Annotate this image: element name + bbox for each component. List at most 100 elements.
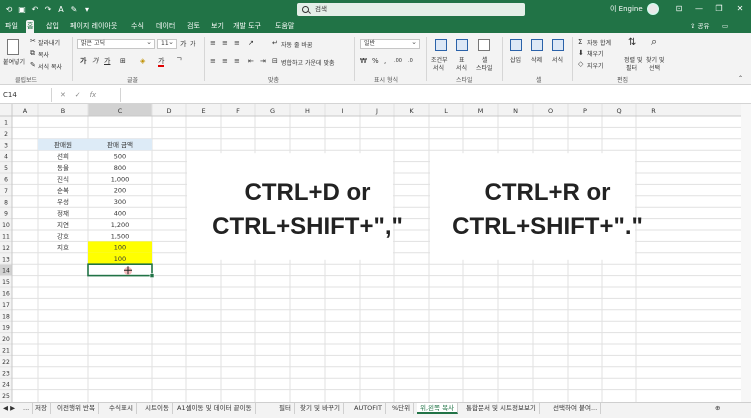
- row-header-8[interactable]: 8: [4, 199, 8, 206]
- menu-review[interactable]: 검토: [186, 20, 201, 33]
- find-select-label-2[interactable]: 선택: [649, 63, 660, 72]
- delete-cells-label[interactable]: 삭제: [531, 55, 542, 64]
- row-header-15[interactable]: 15: [2, 279, 10, 286]
- avatar[interactable]: [647, 3, 659, 15]
- font-size-select[interactable]: 11: [157, 38, 177, 49]
- format-cells-icon[interactable]: [552, 39, 564, 51]
- menu-page-layout[interactable]: 페이지 레이아웃: [69, 20, 118, 33]
- sheet-tab[interactable]: 수식표시: [106, 403, 137, 414]
- menu-home[interactable]: 홈: [26, 20, 35, 33]
- row-header-9[interactable]: 9: [4, 211, 8, 218]
- cut-label[interactable]: 잘라내기: [38, 38, 60, 47]
- row-header-23[interactable]: 23: [2, 370, 10, 377]
- menu-data[interactable]: 데이터: [155, 20, 176, 33]
- tab-scroll-arrows-icon[interactable]: ◀ ▶: [0, 403, 18, 414]
- comment-icon[interactable]: ▭: [722, 21, 728, 32]
- copy-label[interactable]: 복사: [38, 50, 49, 59]
- row-header-24[interactable]: 24: [2, 382, 10, 389]
- share-button[interactable]: ⇪ 공유: [690, 21, 709, 32]
- sheet-tab[interactable]: 저장: [32, 403, 51, 414]
- formula-input[interactable]: [120, 88, 740, 102]
- column-header-m[interactable]: M: [478, 107, 484, 115]
- row-header-22[interactable]: 22: [2, 359, 10, 366]
- delete-cells-icon[interactable]: [531, 39, 543, 51]
- indent-decrease-icon[interactable]: ⇤: [248, 57, 254, 65]
- fill-icon[interactable]: ⬇: [578, 49, 584, 57]
- sheet-tab[interactable]: A1셀이동 및 데이터 끝이동: [174, 403, 256, 414]
- column-header-f[interactable]: F: [236, 107, 240, 115]
- row-header-2[interactable]: 2: [4, 131, 8, 138]
- row-header-17[interactable]: 17: [2, 302, 10, 309]
- minimize-button[interactable]: —: [692, 3, 706, 15]
- enter-icon[interactable]: ✓: [75, 91, 81, 99]
- sheet-tab[interactable]: 선택하여 붙여...: [550, 403, 602, 414]
- fx-icon[interactable]: fx: [90, 91, 97, 99]
- row-header-5[interactable]: 5: [4, 165, 8, 172]
- sheet-tab[interactable]: 위,왼쪽 복사: [417, 403, 459, 414]
- bold-button[interactable]: 가: [80, 57, 86, 65]
- autosum-label[interactable]: 자동 합계: [587, 38, 611, 47]
- comma-icon[interactable]: ,: [384, 57, 386, 65]
- format-as-table-icon[interactable]: [456, 39, 468, 51]
- number-format-select[interactable]: 일반: [360, 38, 420, 49]
- decimal-decrease-icon[interactable]: .0: [408, 57, 413, 65]
- sheet-tab[interactable]: 시트이동: [142, 403, 173, 414]
- sheet-tab[interactable]: 통합문서 및 시트정보보기: [463, 403, 540, 414]
- menu-view[interactable]: 보기: [210, 20, 225, 33]
- grid-canvas[interactable]: A B C D E F G H I J K L M N O P Q R1234567891011121314151…: [0, 104, 751, 402]
- fill-label[interactable]: 채우기: [587, 49, 604, 58]
- percent-icon[interactable]: %: [372, 57, 379, 65]
- ribbon-display-icon[interactable]: ⊡: [672, 3, 686, 15]
- vertical-scrollbar[interactable]: [741, 104, 751, 402]
- close-button[interactable]: ✕: [733, 3, 747, 15]
- row-header-11[interactable]: 11: [2, 234, 10, 241]
- fill-color-icon[interactable]: ◈: [140, 57, 145, 65]
- format-as-table-label-2[interactable]: 서식: [456, 63, 467, 72]
- decimal-increase-icon[interactable]: .00: [394, 57, 402, 65]
- conditional-format-icon[interactable]: [435, 39, 447, 51]
- row-header-19[interactable]: 19: [2, 325, 10, 332]
- menu-file[interactable]: 파일: [4, 20, 19, 33]
- customize-icon[interactable]: ▾: [82, 4, 92, 15]
- row-header-25[interactable]: 25: [2, 393, 10, 400]
- row-header-6[interactable]: 6: [4, 177, 8, 184]
- border-icon[interactable]: ⊞: [120, 57, 126, 65]
- sheet-tab[interactable]: %단위: [389, 403, 415, 414]
- column-header-p[interactable]: P: [583, 107, 587, 115]
- format-painter-icon[interactable]: ✎: [30, 61, 36, 69]
- align-center-icon[interactable]: ≡: [222, 57, 228, 65]
- sort-filter-icon[interactable]: ⇅: [628, 38, 636, 48]
- cell-styles-label-2[interactable]: 스타일: [476, 63, 493, 72]
- align-left-icon[interactable]: ≡: [210, 57, 216, 65]
- row-header-1[interactable]: 1: [4, 120, 8, 127]
- row-header-4[interactable]: 4: [4, 154, 8, 161]
- user-name[interactable]: 이 Engine: [610, 4, 643, 14]
- column-header-h[interactable]: H: [305, 107, 310, 115]
- wrap-text-icon[interactable]: ↵: [272, 39, 278, 47]
- autosum-icon[interactable]: Σ: [578, 38, 582, 46]
- paste-icon[interactable]: [7, 39, 19, 55]
- find-select-icon[interactable]: ⌕: [651, 36, 657, 47]
- menu-help[interactable]: 도움말: [274, 20, 295, 33]
- row-header-16[interactable]: 16: [2, 291, 10, 298]
- clear-icon[interactable]: ◇: [578, 60, 583, 68]
- phonetic-icon[interactable]: ᄀ: [176, 57, 182, 65]
- column-header-a[interactable]: A: [23, 107, 28, 115]
- align-right-icon[interactable]: ≡: [234, 57, 240, 65]
- menu-formulas[interactable]: 수식: [130, 20, 145, 33]
- row-header-20[interactable]: 20: [2, 336, 10, 343]
- column-header-e[interactable]: E: [201, 107, 205, 115]
- add-sheet-icon[interactable]: ⊕: [712, 403, 723, 414]
- sort-filter-label-2[interactable]: 필터: [626, 63, 637, 72]
- merge-icon[interactable]: ⊟: [272, 57, 278, 65]
- grow-font-icon[interactable]: 가: [180, 40, 186, 48]
- column-header-i[interactable]: I: [342, 107, 344, 115]
- row-header-3[interactable]: 3: [4, 142, 8, 149]
- row-header-7[interactable]: 7: [4, 188, 8, 195]
- orientation-icon[interactable]: ↗: [248, 39, 254, 47]
- row-header-18[interactable]: 18: [2, 313, 10, 320]
- sheet-tab[interactable]: 필터: [276, 403, 295, 414]
- align-middle-icon[interactable]: ≡: [222, 39, 228, 47]
- name-box[interactable]: C14: [0, 88, 52, 102]
- worksheet-grid[interactable]: A B C D E F G H I J K L M N O P Q R 1 2 3 4 5 6 7 8 9 10 11 12 13 14 15 1…: [0, 104, 751, 402]
